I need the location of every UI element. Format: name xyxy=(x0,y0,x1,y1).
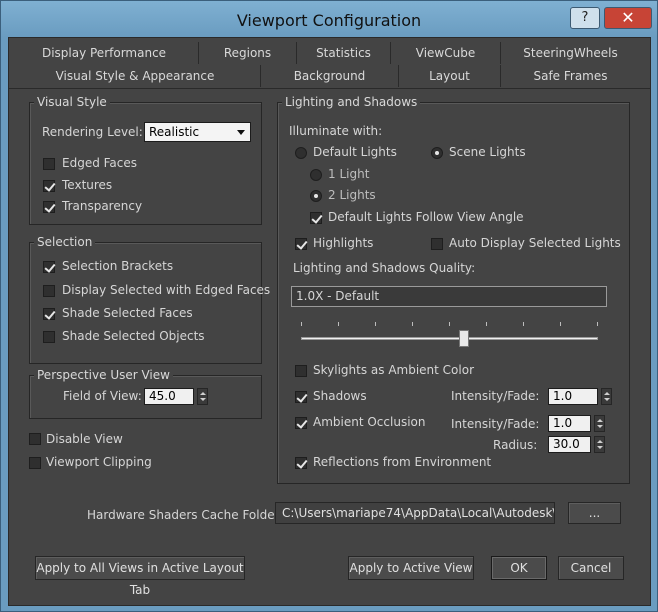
slider-tick xyxy=(301,322,302,326)
shadows-intensity-label: Intensity/Fade: xyxy=(451,389,540,403)
tab-viewcube[interactable]: ViewCube xyxy=(390,42,500,64)
tab-background[interactable]: Background xyxy=(260,65,398,87)
title-bar[interactable]: Viewport Configuration ? ✕ xyxy=(1,1,657,37)
auto-display-selected-label: Auto Display Selected Lights xyxy=(449,236,621,250)
ao-intensity-label: Intensity/Fade: xyxy=(451,417,540,431)
slider-tick xyxy=(412,322,413,326)
browse-button[interactable]: ... xyxy=(568,502,621,524)
disable-view-label: Disable View xyxy=(46,432,123,446)
ambient-occlusion-checkbox[interactable] xyxy=(295,417,307,429)
chevron-down-icon xyxy=(237,130,245,135)
highlights-label: Highlights xyxy=(313,236,374,250)
cache-folder-path[interactable]: C:\Users\mariape74\AppData\Local\Autodes… xyxy=(275,502,555,524)
slider-tick xyxy=(449,322,450,326)
radius-input[interactable]: 30.0 xyxy=(548,436,591,453)
scene-lights-label: Scene Lights xyxy=(449,145,526,159)
tab-divider xyxy=(9,88,650,89)
viewport-clipping-checkbox[interactable] xyxy=(29,457,41,469)
lighting-shadows-title: Lighting and Shadows xyxy=(282,95,421,109)
auto-display-selected-checkbox[interactable] xyxy=(431,238,443,250)
default-lights-label: Default Lights xyxy=(313,145,397,159)
ambient-occlusion-label: Ambient Occlusion xyxy=(313,415,426,429)
apply-all-views-button[interactable]: Apply to All Views in Active Layout Tab xyxy=(35,556,245,597)
default-lights-radio[interactable] xyxy=(295,147,307,159)
shade-selected-objects-label: Shade Selected Objects xyxy=(62,329,205,343)
visual-style-title: Visual Style xyxy=(34,95,110,109)
selection-brackets-checkbox[interactable] xyxy=(43,261,55,273)
radius-spinner[interactable] xyxy=(594,436,605,453)
reflections-checkbox[interactable] xyxy=(295,457,307,469)
slider-tick xyxy=(523,322,524,326)
tab-statistics[interactable]: Statistics xyxy=(296,42,390,64)
one-light-radio[interactable] xyxy=(310,169,322,181)
quality-label: Lighting and Shadows Quality: xyxy=(293,261,476,275)
shade-selected-faces-label: Shade Selected Faces xyxy=(62,306,193,320)
shadows-intensity-input[interactable]: 1.0 xyxy=(548,388,598,405)
quality-slider-thumb[interactable] xyxy=(459,330,469,347)
quality-slider-track[interactable] xyxy=(301,337,598,340)
illuminate-with-label: Illuminate with: xyxy=(289,124,383,138)
tab-layout[interactable]: Layout xyxy=(398,65,500,87)
ao-intensity-input[interactable]: 1.0 xyxy=(548,415,591,432)
display-selected-edged-label: Display Selected with Edged Faces xyxy=(62,283,271,297)
rendering-level-select[interactable]: Realistic xyxy=(144,122,251,142)
slider-tick xyxy=(597,322,598,326)
shade-selected-faces-checkbox[interactable] xyxy=(43,308,55,320)
tab-safe-frames[interactable]: Safe Frames xyxy=(500,65,640,87)
tab-display-performance[interactable]: Display Performance xyxy=(10,42,198,64)
apply-active-view-button[interactable]: Apply to Active View xyxy=(348,556,474,580)
cache-folder-label: Hardware Shaders Cache Folder: xyxy=(87,508,284,522)
ao-intensity-spinner[interactable] xyxy=(594,415,605,432)
rendering-level-label: Rendering Level: xyxy=(42,125,143,139)
shadows-intensity-spinner[interactable] xyxy=(601,388,612,405)
field-of-view-spinner[interactable] xyxy=(197,388,208,405)
slider-tick xyxy=(560,322,561,326)
two-lights-radio[interactable] xyxy=(310,190,322,202)
slider-tick xyxy=(338,322,339,326)
skylights-ambient-label: Skylights as Ambient Color xyxy=(313,363,475,377)
shade-selected-objects-checkbox[interactable] xyxy=(43,331,55,343)
viewport-clipping-label: Viewport Clipping xyxy=(46,455,152,469)
selection-brackets-label: Selection Brackets xyxy=(62,259,174,273)
two-lights-label: 2 Lights xyxy=(328,188,376,202)
perspective-title: Perspective User View xyxy=(34,368,173,382)
transparency-label: Transparency xyxy=(62,199,143,213)
follow-view-angle-checkbox[interactable] xyxy=(310,212,322,224)
field-of-view-label: Field of View: xyxy=(63,389,142,403)
skylights-ambient-checkbox[interactable] xyxy=(295,365,307,377)
shadows-label: Shadows xyxy=(313,389,367,403)
tab-regions[interactable]: Regions xyxy=(198,42,296,64)
textures-checkbox[interactable] xyxy=(43,180,55,192)
textures-label: Textures xyxy=(62,178,113,192)
quality-value-field: 1.0X - Default xyxy=(291,286,607,307)
close-button[interactable]: ✕ xyxy=(604,7,652,29)
field-of-view-input[interactable]: 45.0 xyxy=(144,388,194,405)
transparency-checkbox[interactable] xyxy=(43,201,55,213)
display-selected-edged-checkbox[interactable] xyxy=(43,285,55,297)
shadows-checkbox[interactable] xyxy=(295,391,307,403)
scene-lights-radio[interactable] xyxy=(431,147,443,159)
disable-view-checkbox[interactable] xyxy=(29,433,41,445)
follow-view-angle-label: Default Lights Follow View Angle xyxy=(328,210,524,224)
ok-button[interactable]: OK xyxy=(491,556,547,580)
edged-faces-label: Edged Faces xyxy=(62,156,138,170)
highlights-checkbox[interactable] xyxy=(295,238,307,250)
one-light-label: 1 Light xyxy=(328,167,370,181)
reflections-label: Reflections from Environment xyxy=(313,455,492,469)
viewport-configuration-dialog: Viewport Configuration ? ✕ Display Perfo… xyxy=(0,0,658,612)
tab-steeringwheels[interactable]: SteeringWheels xyxy=(500,42,640,64)
rendering-level-value: Realistic xyxy=(149,125,200,139)
window-title: Viewport Configuration xyxy=(236,11,422,30)
slider-tick xyxy=(375,322,376,326)
radius-label: Radius: xyxy=(493,438,538,452)
help-button[interactable]: ? xyxy=(570,7,600,29)
selection-title: Selection xyxy=(34,235,96,249)
tab-visual-style-appearance[interactable]: Visual Style & Appearance xyxy=(10,65,260,87)
slider-tick xyxy=(486,322,487,326)
edged-faces-checkbox[interactable] xyxy=(43,158,55,170)
cancel-button[interactable]: Cancel xyxy=(558,556,624,580)
